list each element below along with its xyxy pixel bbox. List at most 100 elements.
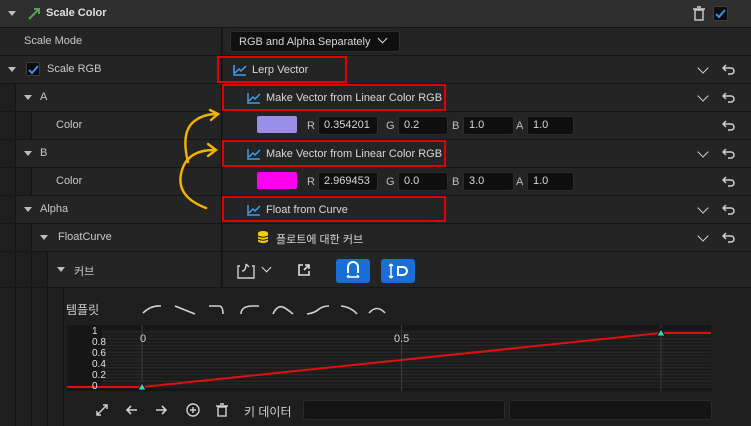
chevron-down-icon[interactable]: [697, 90, 709, 102]
curve-label: 커브: [74, 266, 95, 278]
template-ease-down-icon: [340, 305, 358, 315]
annotation-arrows: [179, 108, 221, 210]
float-curve-label: FloatCurve: [58, 231, 112, 243]
reset-arrow-icon[interactable]: [722, 118, 736, 132]
y-tick-0: 0: [92, 381, 98, 392]
trash-icon[interactable]: [692, 6, 706, 22]
y-tick-1: 1: [92, 326, 98, 337]
template-step-icon: [209, 305, 224, 315]
curve-templates: [142, 305, 386, 315]
a-b-field[interactable]: 1.0: [463, 116, 514, 135]
b-b-field[interactable]: 3.0: [463, 172, 514, 191]
a-g-field[interactable]: 0.2: [398, 116, 448, 135]
curve-import-icon[interactable]: [237, 262, 257, 280]
a-color-swatch[interactable]: [257, 116, 297, 133]
reset-arrow-icon[interactable]: [722, 90, 736, 104]
template-ease-out-icon: [142, 305, 162, 314]
curve-snap-horizontal-button[interactable]: [336, 259, 370, 283]
a-a-field[interactable]: 1.0: [527, 116, 574, 135]
scale-mode-value: RGB and Alpha Separately: [239, 36, 371, 48]
a-color-label: Color: [56, 119, 83, 131]
b-color-row: Color R 2.969453 G 0.0 B 3.0 A 1.0: [0, 168, 751, 196]
annotation-arrow-lower: [179, 148, 216, 210]
add-key-icon[interactable]: [186, 403, 200, 417]
highlight-box: [222, 140, 446, 167]
template-linear-icon: [174, 305, 196, 315]
r-label: R: [307, 176, 315, 188]
collapse-arrow-icon[interactable]: [24, 207, 32, 212]
template-arch-icon: [368, 307, 386, 314]
y-tick-08: 0.8: [92, 337, 106, 348]
a-alpha-label: A: [516, 120, 524, 132]
collapse-arrow-icon[interactable]: [24, 95, 32, 100]
reset-arrow-icon[interactable]: [722, 202, 736, 216]
r-label: R: [307, 120, 315, 132]
a-color-row: Color R 0.354201 G 0.2 B 1.0 A 1.0: [0, 112, 751, 140]
scale-rgb-label: Scale RGB: [47, 63, 102, 75]
curve-graph-svg[interactable]: [67, 325, 711, 391]
open-external-icon[interactable]: [297, 263, 311, 277]
g-label: G: [386, 176, 395, 188]
scale-rgb-checkbox[interactable]: [26, 62, 40, 76]
scale-mode-label: Scale Mode: [24, 35, 83, 47]
highlight-box: [222, 196, 446, 222]
a-r-field[interactable]: 0.354201: [318, 116, 378, 135]
template-ease-in-out-icon: [306, 305, 330, 315]
b-g-field[interactable]: 0.0: [398, 172, 448, 191]
key-data-label: 키 데이터: [244, 405, 292, 419]
y-tick-06: 0.6: [92, 348, 106, 359]
b-label: B: [40, 147, 48, 159]
x-tick-05: 0.5: [394, 333, 410, 345]
x-tick-0: 0: [140, 333, 147, 345]
collapse-arrow-icon[interactable]: [8, 67, 16, 72]
enable-checkbox[interactable]: [713, 6, 728, 21]
template-ease-in-icon: [240, 305, 259, 315]
a-label: A: [40, 91, 48, 103]
fit-view-icon[interactable]: [95, 403, 109, 417]
magnet-vertical-icon: [388, 263, 408, 279]
chevron-down-icon[interactable]: [261, 262, 272, 273]
float-curve-asset: 플로트에 대한 커브: [276, 234, 364, 246]
collapse-arrow-icon[interactable]: [8, 11, 16, 16]
highlight-box: [217, 56, 347, 83]
reset-arrow-icon[interactable]: [722, 62, 736, 76]
chevron-down-icon[interactable]: [697, 230, 709, 242]
collapse-arrow-icon[interactable]: [57, 267, 65, 272]
a-alpha-label: A: [516, 176, 524, 188]
b-row: B Make Vector from Linear Color RGB: [0, 140, 751, 168]
template-label: 템플릿: [66, 303, 100, 317]
b-color-swatch[interactable]: [257, 172, 297, 189]
a-row: A Make Vector from Linear Color RGB: [0, 84, 751, 112]
b-color-label: Color: [56, 175, 83, 187]
magnet-icon: [346, 261, 360, 278]
delete-key-icon[interactable]: [215, 403, 229, 417]
module-icon: [28, 8, 40, 20]
chevron-down-icon[interactable]: [697, 202, 709, 214]
alpha-row: Alpha Float from Curve: [0, 196, 751, 224]
b-r-field[interactable]: 2.969453: [318, 172, 378, 191]
section-header: Scale Color: [0, 0, 751, 28]
key-data-field-1[interactable]: [303, 400, 505, 420]
collapse-arrow-icon[interactable]: [40, 235, 48, 240]
curve-graph[interactable]: [67, 325, 711, 391]
curve-row: 커브: [0, 252, 751, 288]
b-label: B: [452, 120, 460, 132]
reset-arrow-icon[interactable]: [722, 146, 736, 160]
b-a-field[interactable]: 1.0: [527, 172, 574, 191]
chevron-down-icon[interactable]: [697, 146, 709, 158]
arrow-left-icon[interactable]: [125, 403, 139, 417]
collapse-arrow-icon[interactable]: [24, 151, 32, 156]
template-bell-icon: [272, 305, 294, 315]
curve-snap-vertical-button[interactable]: [381, 259, 415, 283]
reset-arrow-icon[interactable]: [722, 230, 736, 244]
float-curve-row: FloatCurve 플로트에 대한 커브: [0, 224, 751, 252]
annotation-arrow-upper: [184, 112, 220, 164]
scale-mode-row: Scale Mode RGB and Alpha Separately: [0, 28, 751, 56]
scale-mode-dropdown[interactable]: RGB and Alpha Separately: [230, 31, 400, 52]
scale-rgb-row: Scale RGB Lerp Vector: [0, 56, 751, 84]
arrow-right-icon[interactable]: [154, 403, 168, 417]
key-data-field-2[interactable]: [509, 400, 712, 420]
g-label: G: [386, 120, 395, 132]
chevron-down-icon[interactable]: [697, 62, 709, 74]
reset-arrow-icon[interactable]: [722, 174, 736, 188]
